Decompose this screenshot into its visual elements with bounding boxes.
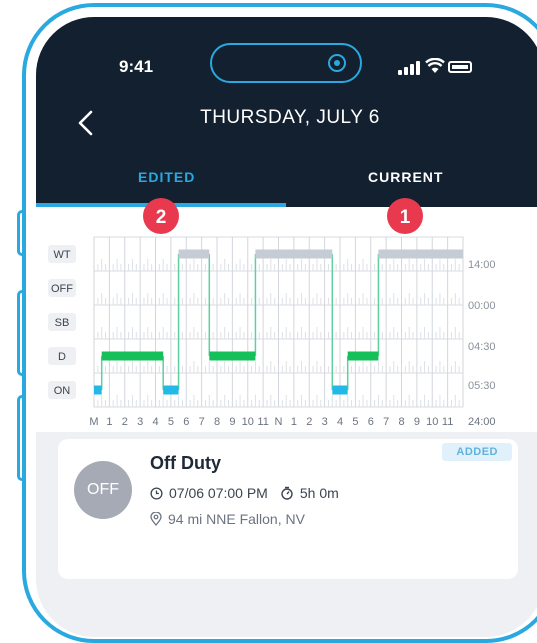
event-duration: 5h 0m xyxy=(299,485,339,501)
x-tick-label: M xyxy=(89,416,98,428)
x-tick-label: 8 xyxy=(214,416,220,428)
x-tick-label: 2 xyxy=(306,416,312,428)
status-segment xyxy=(163,385,179,395)
row-total: 05:30 xyxy=(468,380,496,392)
added-badge: ADDED xyxy=(442,443,512,461)
event-time-row: 07/06 07:00 PM 5h 0m xyxy=(150,485,339,501)
total-hours-label: 24:00 xyxy=(468,416,496,428)
camera-icon xyxy=(328,54,346,72)
event-location: 94 mi NNE Fallon, NV xyxy=(168,511,305,527)
phone-screen: 9:41 THURSDAY, JULY 6 EDITED CURRENT WT … xyxy=(36,17,537,637)
dynamic-island xyxy=(210,43,362,83)
log-event-card[interactable]: OFF ADDED Off Duty 07/06 07:00 PM 5h 0m … xyxy=(58,439,518,579)
status-icons xyxy=(398,57,488,77)
x-tick-label: 11 xyxy=(442,416,453,428)
status-segment xyxy=(332,385,348,395)
x-tick-label: 2 xyxy=(122,416,128,428)
x-tick-label: 1 xyxy=(106,416,112,428)
x-tick-label: 5 xyxy=(168,416,174,428)
x-tick-label: 11 xyxy=(257,416,268,428)
status-segment xyxy=(255,249,333,259)
x-tick-label: 6 xyxy=(368,416,374,428)
x-tick-label: 10 xyxy=(242,416,254,428)
x-tick-label: 6 xyxy=(183,416,189,428)
edited-marker: 2 xyxy=(143,198,179,234)
tab-current[interactable]: CURRENT xyxy=(368,169,443,185)
status-time: 9:41 xyxy=(119,57,154,76)
row-label: SB xyxy=(55,317,70,329)
event-location-row: 94 mi NNE Fallon, NV xyxy=(150,511,305,527)
x-tick-label: 7 xyxy=(383,416,389,428)
status-segment xyxy=(347,351,379,361)
wifi-icon xyxy=(425,58,445,73)
x-tick-label: 9 xyxy=(229,416,235,428)
status-segment xyxy=(209,351,256,361)
row-label: ON xyxy=(54,385,71,397)
row-total: 00:00 xyxy=(468,300,496,312)
location-pin-icon xyxy=(150,512,162,526)
row-label: OFF xyxy=(51,283,73,295)
duty-status-graph: WTOFFSBDON14:0000:0004:3005:30M 1 2 3 4 5 6 7 8 9… xyxy=(48,236,496,428)
x-tick-label: 9 xyxy=(414,416,420,428)
page-title: THURSDAY, JULY 6 xyxy=(200,107,380,128)
event-title: Off Duty xyxy=(150,453,221,473)
event-datetime: 07/06 07:00 PM xyxy=(169,485,268,501)
row-total: 04:30 xyxy=(468,341,496,353)
status-segment xyxy=(94,385,102,395)
x-tick-label: 5 xyxy=(352,416,358,428)
tab-edited[interactable]: EDITED xyxy=(138,169,195,185)
battery-icon xyxy=(448,61,472,73)
x-tick-label: 1 xyxy=(291,416,297,428)
x-tick-label: 8 xyxy=(398,416,404,428)
clock-icon xyxy=(150,486,163,500)
x-tick-label: 7 xyxy=(199,416,205,428)
row-label: WT xyxy=(53,249,70,261)
stopwatch-icon xyxy=(281,486,293,500)
x-tick-label: 3 xyxy=(322,416,328,428)
current-marker: 1 xyxy=(387,198,423,234)
row-total: 14:00 xyxy=(468,259,496,271)
status-avatar: OFF xyxy=(74,461,132,519)
row-label: D xyxy=(58,351,66,363)
x-tick-label: 4 xyxy=(152,416,158,428)
current-marker-number: 1 xyxy=(400,207,411,228)
status-segment xyxy=(178,249,210,259)
x-tick-label: 10 xyxy=(426,416,438,428)
hos-log-chart: WT OFF SB D ON 14:00 00:00 04:30 05:30 M 1 2 3 4 5 6 7 8 9… xyxy=(36,207,537,432)
status-segment xyxy=(101,351,164,361)
status-segment xyxy=(378,249,463,259)
x-tick-label: 3 xyxy=(137,416,143,428)
header: 9:41 THURSDAY, JULY 6 EDITED CURRENT xyxy=(36,17,537,207)
x-tick-label: 4 xyxy=(337,416,343,428)
edited-marker-number: 2 xyxy=(156,207,167,228)
x-tick-label: N xyxy=(275,416,283,428)
